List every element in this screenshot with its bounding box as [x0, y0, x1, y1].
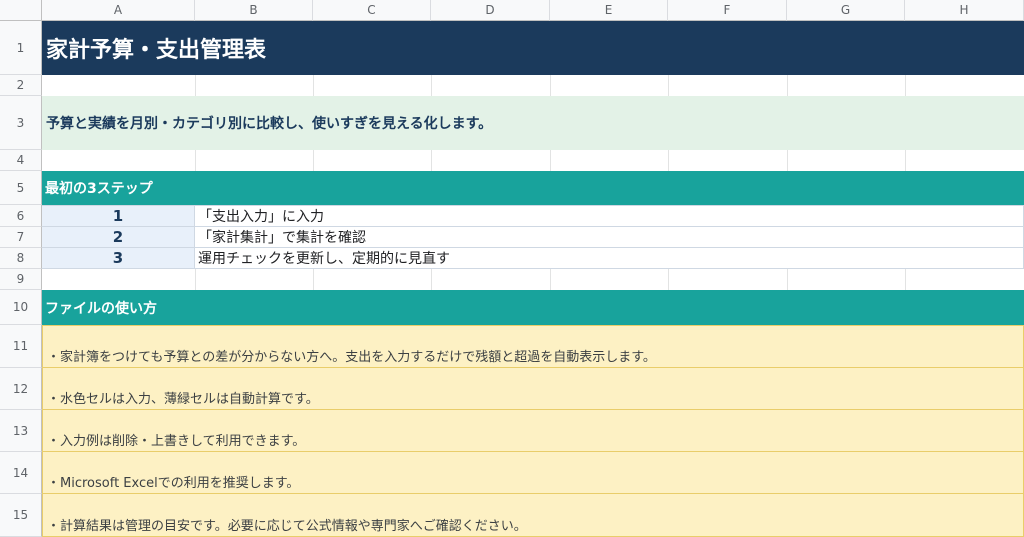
- row-header-7[interactable]: 7: [0, 227, 42, 248]
- column-header-e[interactable]: E: [550, 0, 668, 21]
- steps-heading[interactable]: 最初の3ステップ: [42, 171, 1024, 205]
- row-header-9[interactable]: 9: [0, 269, 42, 290]
- row-header-8[interactable]: 8: [0, 248, 42, 269]
- step-number-cell[interactable]: 3: [42, 248, 195, 269]
- row-header-10[interactable]: 10: [0, 290, 42, 325]
- row-header-5[interactable]: 5: [0, 171, 42, 205]
- usage-note[interactable]: ・Microsoft Excelでの利用を推奨します。: [42, 452, 1024, 494]
- select-all-corner[interactable]: [0, 0, 42, 21]
- usage-note[interactable]: ・計算結果は管理の目安です。必要に応じて公式情報や専門家へご確認ください。: [42, 494, 1024, 537]
- usage-heading[interactable]: ファイルの使い方: [42, 290, 1024, 325]
- step-number-cell[interactable]: 2: [42, 227, 195, 248]
- step-number-cell[interactable]: 1: [42, 205, 195, 227]
- column-header-f[interactable]: F: [668, 0, 787, 21]
- row-header-12[interactable]: 12: [0, 368, 42, 410]
- step-text-cell[interactable]: 運用チェックを更新し、定期的に見直す: [195, 248, 1024, 269]
- spreadsheet: A B C D E F G H 1 2 3 4 5 6 7 8 9 10 11 …: [0, 0, 1024, 537]
- sheet-description[interactable]: 予算と実績を月別・カテゴリ別に比較し、使いすぎを見える化します。: [42, 96, 1024, 150]
- usage-note[interactable]: ・家計簿をつけても予算との差が分からない方へ。支出を入力するだけで残額と超過を自…: [42, 325, 1024, 368]
- usage-note[interactable]: ・入力例は削除・上書きして利用できます。: [42, 410, 1024, 452]
- row-header-13[interactable]: 13: [0, 410, 42, 452]
- row-header-14[interactable]: 14: [0, 452, 42, 494]
- column-header-c[interactable]: C: [313, 0, 431, 21]
- row-header-15[interactable]: 15: [0, 494, 42, 537]
- row-header-3[interactable]: 3: [0, 96, 42, 150]
- step-text-cell[interactable]: 「家計集計」で集計を確認: [195, 227, 1024, 248]
- row-header-6[interactable]: 6: [0, 205, 42, 227]
- column-header-d[interactable]: D: [431, 0, 550, 21]
- sheet-title[interactable]: 家計予算・支出管理表: [42, 21, 1024, 75]
- column-header-b[interactable]: B: [195, 0, 313, 21]
- row-header-11[interactable]: 11: [0, 325, 42, 368]
- column-header-a[interactable]: A: [42, 0, 195, 21]
- column-header-g[interactable]: G: [787, 0, 905, 21]
- row-header-4[interactable]: 4: [0, 150, 42, 171]
- column-header-h[interactable]: H: [905, 0, 1024, 21]
- step-text-cell[interactable]: 「支出入力」に入力: [195, 205, 1024, 227]
- row-header-1[interactable]: 1: [0, 21, 42, 75]
- row-header-2[interactable]: 2: [0, 75, 42, 96]
- usage-note[interactable]: ・水色セルは入力、薄緑セルは自動計算です。: [42, 368, 1024, 410]
